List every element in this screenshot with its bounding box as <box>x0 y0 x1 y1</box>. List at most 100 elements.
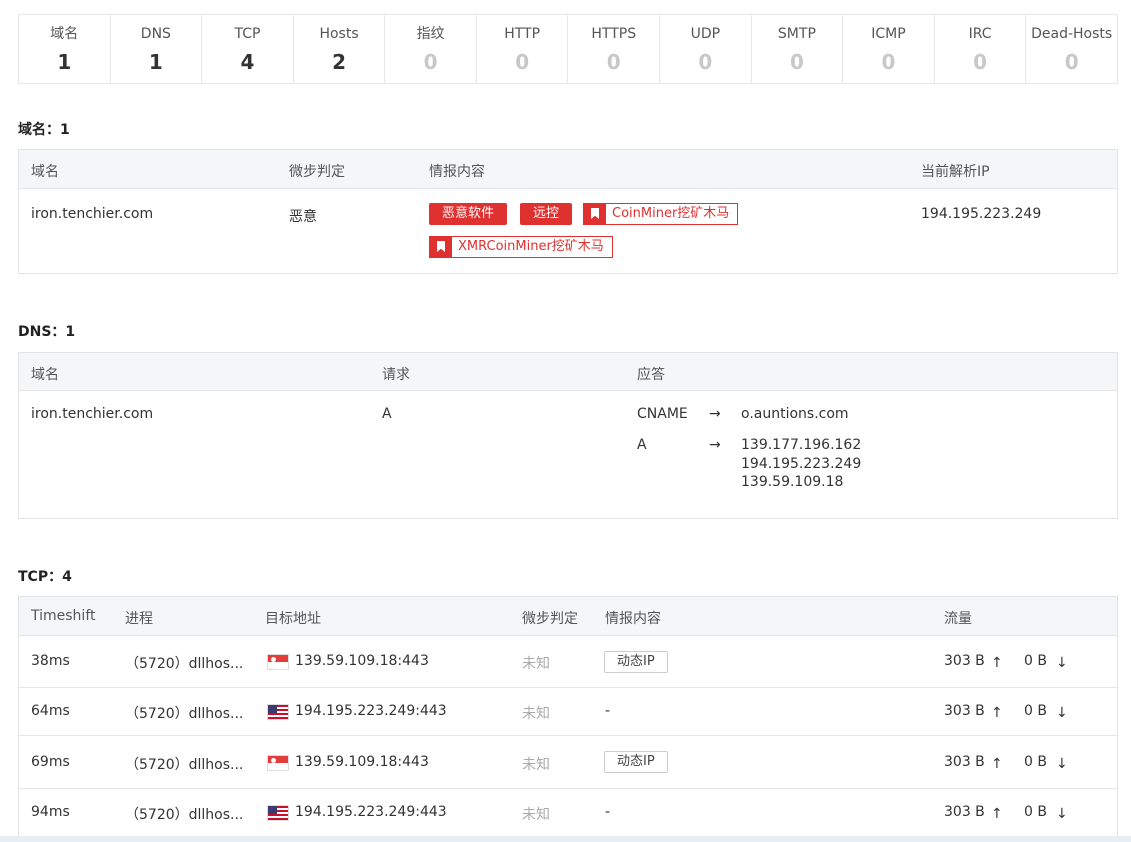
col-intel: 情报内容 <box>429 164 485 180</box>
stat-value: 0 <box>789 50 804 74</box>
download-bytes: 0 B <box>1024 653 1047 669</box>
stat-value: 0 <box>973 50 988 74</box>
col-request: 请求 <box>382 367 410 383</box>
stat-label: TCP <box>234 26 261 42</box>
tcp-table-header: Timeshift 进程 目标地址 微步判定 情报内容 流量 <box>19 597 1117 636</box>
answer-cname-value[interactable]: o.auntions.com <box>741 406 849 422</box>
dynamic-ip-tag[interactable]: 动态IP <box>604 751 668 773</box>
tcp-table: Timeshift 进程 目标地址 微步判定 情报内容 流量 38ms （572… <box>18 596 1118 838</box>
dynamic-ip-tag[interactable]: 动态IP <box>604 651 668 673</box>
stat-hosts[interactable]: Hosts 2 <box>294 15 386 83</box>
table-row[interactable]: 64ms （5720）dllhos... 194.195.223.249:443… <box>19 688 1117 736</box>
arrow-up-icon: ↑ <box>991 806 1003 822</box>
resolved-ip[interactable]: 194.195.223.249 <box>921 206 1041 222</box>
stat-value: 0 <box>698 50 713 74</box>
tcp-section-title: TCP：4 <box>18 569 72 585</box>
answer-a-value[interactable]: 139.59.109.18 <box>741 474 843 490</box>
verdict: 未知 <box>522 807 550 823</box>
stat-label: SMTP <box>777 26 816 42</box>
arrow-right-icon: → <box>709 437 721 453</box>
verdict: 未知 <box>522 757 550 773</box>
stat-tcp[interactable]: TCP 4 <box>202 15 294 83</box>
col-resolved-ip: 当前解析IP <box>921 164 990 180</box>
arrow-down-icon: ↓ <box>1056 806 1068 822</box>
domain-name[interactable]: iron.tenchier.com <box>31 206 153 222</box>
bottom-scroll-edge <box>0 836 1131 842</box>
answer-type-a: A <box>637 437 647 453</box>
domain-table-header: 域名 微步判定 情报内容 当前解析IP <box>19 150 1117 189</box>
upload-bytes: 303 B <box>944 804 985 820</box>
download-bytes: 0 B <box>1024 754 1047 770</box>
bookmark-icon <box>430 237 452 257</box>
stat-dns[interactable]: DNS 1 <box>111 15 203 83</box>
upload-bytes: 303 B <box>944 653 985 669</box>
answer-a-value[interactable]: 139.177.196.162 <box>741 437 861 453</box>
tag-xmrcoinminer[interactable]: XMRCoinMiner挖矿木马 <box>429 236 613 258</box>
process[interactable]: （5720）dllhos... <box>125 754 243 774</box>
tag-coinminer[interactable]: CoinMiner挖矿木马 <box>583 203 739 225</box>
stat-udp[interactable]: UDP 0 <box>660 15 752 83</box>
download-bytes: 0 B <box>1024 703 1047 719</box>
col-target: 目标地址 <box>265 611 321 627</box>
domain-table: 域名 微步判定 情报内容 当前解析IP iron.tenchier.com 恶意… <box>18 149 1118 274</box>
intel-empty: - <box>605 703 611 719</box>
stat-label: DNS <box>140 26 171 42</box>
dns-domain[interactable]: iron.tenchier.com <box>31 406 153 422</box>
target-address[interactable]: 194.195.223.249:443 <box>295 703 447 719</box>
tag-malware[interactable]: 恶意软件 <box>429 203 508 225</box>
table-row[interactable]: 69ms （5720）dllhos... 139.59.109.18:443 未… <box>19 736 1117 789</box>
col-verdict: 微步判定 <box>522 611 578 627</box>
timeshift: 64ms <box>31 703 70 719</box>
stat-label: IRC <box>968 26 992 42</box>
col-domain: 域名 <box>31 367 59 383</box>
timeshift: 69ms <box>31 754 70 770</box>
answer-a-value[interactable]: 194.195.223.249 <box>741 456 861 472</box>
col-traffic: 流量 <box>944 611 972 627</box>
dns-table: 域名 请求 应答 iron.tenchier.com A CNAME → o.a… <box>18 352 1118 519</box>
stat-icmp[interactable]: ICMP 0 <box>843 15 935 83</box>
stat-value: 1 <box>148 50 163 74</box>
table-row[interactable]: 38ms （5720）dllhos... 139.59.109.18:443 未… <box>19 637 1117 688</box>
us-flag-icon <box>267 704 289 720</box>
stat-irc[interactable]: IRC 0 <box>935 15 1027 83</box>
tag-remote-control[interactable]: 远控 <box>520 203 573 225</box>
verdict: 未知 <box>522 656 550 672</box>
stat-smtp[interactable]: SMTP 0 <box>752 15 844 83</box>
stat-label: 域名 <box>50 26 79 42</box>
col-domain: 域名 <box>31 164 59 180</box>
process[interactable]: （5720）dllhos... <box>125 703 243 723</box>
stat-dead-hosts[interactable]: Dead-Hosts 0 <box>1026 15 1117 83</box>
stat-label: 指纹 <box>416 26 445 42</box>
table-row[interactable]: 94ms （5720）dllhos... 194.195.223.249:443… <box>19 789 1117 837</box>
domain-section-title: 域名：1 <box>18 122 70 138</box>
target-address[interactable]: 139.59.109.18:443 <box>295 653 429 669</box>
stat-value: 0 <box>881 50 896 74</box>
stat-value: 2 <box>332 50 346 74</box>
process[interactable]: （5720）dllhos... <box>125 804 243 824</box>
stat-label: HTTPS <box>591 26 637 42</box>
arrow-right-icon: → <box>709 406 721 422</box>
verdict-malicious: 恶意 <box>289 209 317 225</box>
dns-table-header: 域名 请求 应答 <box>19 353 1117 391</box>
target-address[interactable]: 139.59.109.18:443 <box>295 754 429 770</box>
stat-http[interactable]: HTTP 0 <box>477 15 569 83</box>
col-intel: 情报内容 <box>605 611 661 627</box>
dns-request-type: A <box>382 406 392 422</box>
stat-value: 0 <box>423 50 438 74</box>
process[interactable]: （5720）dllhos... <box>125 653 243 673</box>
stat-fingerprint[interactable]: 指纹 0 <box>385 15 477 83</box>
answer-type-cname: CNAME <box>637 406 688 422</box>
stat-value: 0 <box>606 50 621 74</box>
target-address[interactable]: 194.195.223.249:443 <box>295 804 447 820</box>
stat-label: Dead-Hosts <box>1031 26 1113 42</box>
arrow-up-icon: ↑ <box>991 705 1003 721</box>
arrow-down-icon: ↓ <box>1056 705 1068 721</box>
stat-https[interactable]: HTTPS 0 <box>568 15 661 83</box>
stat-domain[interactable]: 域名 1 <box>19 15 111 83</box>
col-timeshift: Timeshift <box>31 608 96 624</box>
upload-bytes: 303 B <box>944 703 985 719</box>
timeshift: 38ms <box>31 653 70 669</box>
arrow-up-icon: ↑ <box>991 655 1003 671</box>
arrow-down-icon: ↓ <box>1056 655 1068 671</box>
stat-label: ICMP <box>871 26 906 42</box>
